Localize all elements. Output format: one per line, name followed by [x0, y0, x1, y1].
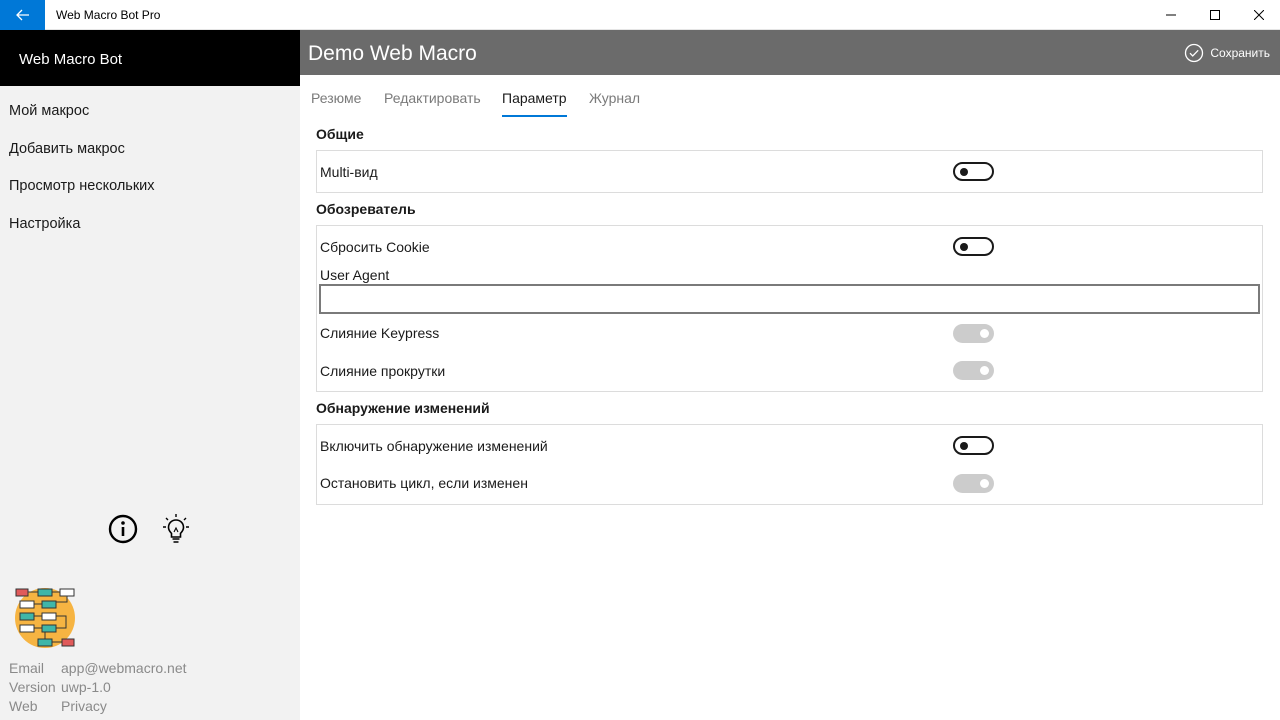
- info-icon: [108, 514, 138, 544]
- sidebar-item-my-macro[interactable]: Мой макрос: [9, 103, 89, 119]
- card-change-detection: [316, 424, 1263, 505]
- minimize-button[interactable]: [1148, 0, 1194, 30]
- label-user-agent: User Agent: [320, 267, 390, 283]
- app-logo: [12, 585, 78, 651]
- toggle-knob: [960, 442, 968, 450]
- sidebar-item-settings[interactable]: Настройка: [9, 216, 80, 232]
- meta-email-value[interactable]: app@webmacro.net: [61, 660, 187, 676]
- save-button-label: Сохранить: [1210, 46, 1270, 60]
- close-button[interactable]: [1236, 0, 1280, 30]
- toggle-merge-keypress[interactable]: [953, 324, 994, 343]
- save-button[interactable]: Сохранить: [1184, 43, 1270, 63]
- toggle-multi-view[interactable]: [953, 162, 994, 181]
- meta-email-label: Email: [9, 660, 45, 676]
- meta-privacy-link[interactable]: Privacy: [61, 698, 107, 714]
- minimize-icon: [1166, 14, 1176, 16]
- label-merge-scroll: Слияние прокрутки: [320, 363, 446, 379]
- label-stop-loop-on-change: Остановить цикл, если изменен: [320, 475, 528, 491]
- tab-summary[interactable]: Резюме: [311, 90, 361, 106]
- checkmark-circle-icon: [1185, 43, 1204, 63]
- label-merge-keypress: Слияние Keypress: [320, 325, 440, 341]
- sidebar-item-multi-view[interactable]: Просмотр нескольких: [9, 178, 155, 194]
- title-bar: Web Macro Bot Pro: [0, 0, 1280, 30]
- toggle-stop-loop-on-change[interactable]: [953, 474, 994, 493]
- page-header: Demo Web Macro Сохранить: [300, 30, 1280, 75]
- toggle-knob: [960, 243, 968, 251]
- label-reset-cookie: Сбросить Cookie: [320, 239, 430, 255]
- back-button[interactable]: [0, 0, 45, 30]
- arrow-left-icon: [15, 9, 29, 21]
- toggle-knob: [980, 366, 989, 375]
- tab-edit[interactable]: Редактировать: [384, 90, 481, 106]
- section-title-browser: Обозреватель: [316, 201, 416, 217]
- meta-version-value: uwp-1.0: [61, 679, 111, 695]
- maximize-icon: [1210, 10, 1220, 20]
- sidebar-header: Web Macro Bot: [0, 30, 300, 86]
- meta-email: Email app@webmacro.net: [9, 660, 187, 676]
- app-title: Web Macro Bot Pro: [56, 8, 161, 22]
- sidebar-item-add-macro[interactable]: Добавить макрос: [9, 141, 125, 157]
- tab-log[interactable]: Журнал: [589, 90, 640, 106]
- tab-parameter[interactable]: Параметр: [502, 90, 567, 106]
- app-logo-image: [15, 588, 75, 648]
- lightbulb-icon: [163, 514, 189, 543]
- page-title: Demo Web Macro: [308, 42, 477, 65]
- toggle-knob: [960, 168, 968, 176]
- section-title-change-detection: Обнаружение изменений: [316, 400, 490, 416]
- label-enable-change-detection: Включить обнаружение изменений: [320, 438, 548, 454]
- toggle-knob: [980, 329, 989, 338]
- toggle-reset-cookie[interactable]: [953, 237, 994, 256]
- active-tab-indicator: [502, 115, 567, 117]
- close-icon: [1254, 10, 1264, 20]
- label-multi-view: Multi-вид: [320, 164, 378, 180]
- meta-version: Version uwp-1.0: [9, 679, 111, 695]
- meta-version-label: Version: [9, 679, 56, 695]
- meta-web-label[interactable]: Web: [9, 698, 61, 714]
- meta-web: Web Privacy: [9, 698, 107, 714]
- tips-button[interactable]: [160, 512, 192, 546]
- toggle-knob: [980, 479, 989, 488]
- card-general: [316, 150, 1263, 193]
- toggle-enable-change-detection[interactable]: [953, 436, 994, 455]
- user-agent-input[interactable]: [319, 284, 1260, 314]
- info-button[interactable]: [108, 514, 138, 544]
- toggle-merge-scroll[interactable]: [953, 361, 994, 380]
- section-title-general: Общие: [316, 126, 364, 142]
- maximize-button[interactable]: [1192, 0, 1238, 30]
